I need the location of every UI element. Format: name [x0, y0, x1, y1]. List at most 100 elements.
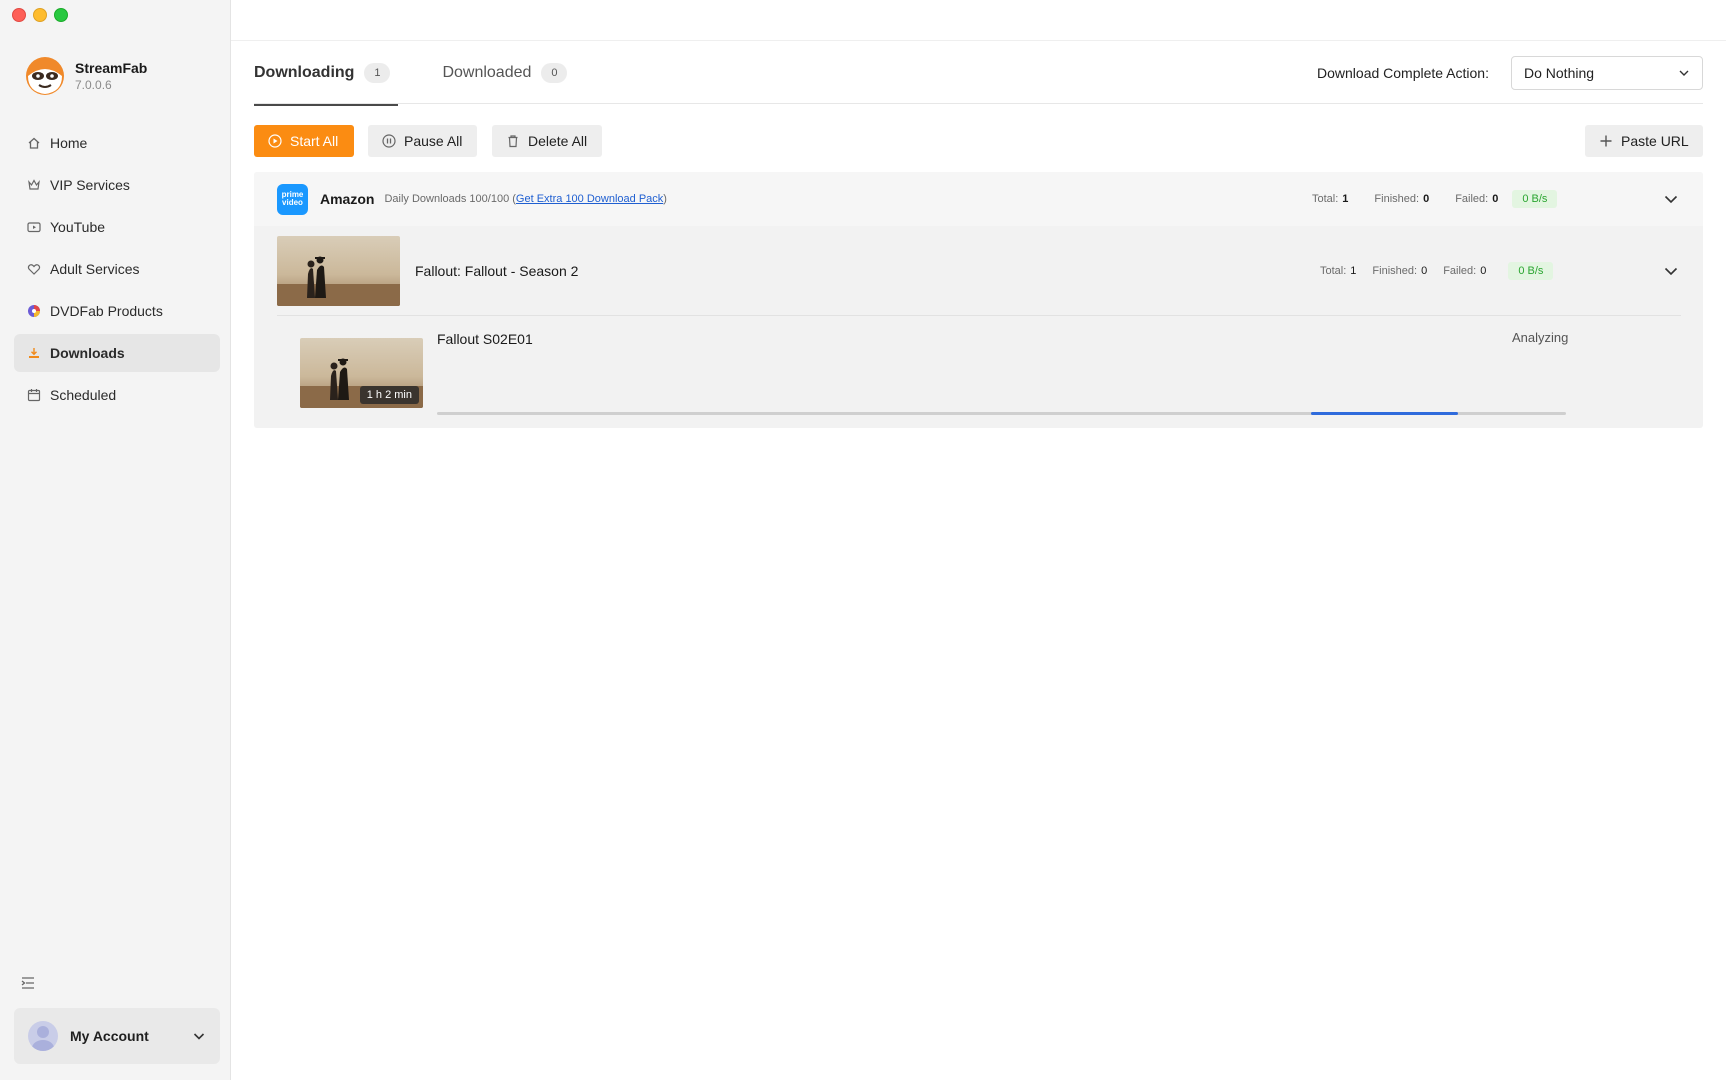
account-label: My Account [70, 1028, 149, 1044]
stat-label: Finished: [1374, 193, 1420, 205]
sidebar-item-label: DVDFab Products [50, 303, 163, 319]
stat-label: Total: [1312, 193, 1339, 205]
stat-value: 0 [1492, 193, 1499, 205]
prime-video-logo-icon: prime video [277, 183, 308, 215]
failed-stat: Failed: 0 [1455, 193, 1498, 205]
sidebar-item-label: Scheduled [50, 387, 117, 403]
stat-value: 0 [1480, 265, 1487, 277]
window-controls [12, 8, 68, 22]
account-menu[interactable]: My Account [14, 1008, 220, 1064]
tabs-divider [254, 103, 1703, 104]
total-stat: Total: 1 [1320, 265, 1356, 277]
sidebar-item-adult-services[interactable]: Adult Services [14, 250, 220, 288]
sidebar-item-youtube[interactable]: YouTube [14, 208, 220, 246]
pause-all-button[interactable]: Pause All [368, 125, 477, 157]
chevron-down-icon [1679, 70, 1689, 76]
pause-circle-icon [382, 134, 396, 148]
daily-downloads-info: Daily Downloads 100/100 (Get Extra 100 D… [384, 193, 667, 205]
episode-status: Analyzing [1512, 330, 1569, 345]
chevron-down-icon [193, 1033, 205, 1040]
collapse-sidebar-icon[interactable] [20, 975, 36, 991]
dvdfab-icon [26, 303, 42, 319]
chevron-down-icon[interactable] [1663, 191, 1679, 207]
speed-badge: 0 B/s [1512, 190, 1558, 208]
get-extra-pack-link[interactable]: Get Extra 100 Download Pack [516, 193, 663, 205]
group-stats: Total: 1 Finished: 0 Failed: 0 0 B/s [1312, 190, 1558, 208]
streamfab-logo-icon [26, 57, 64, 95]
complete-action-value: Do Nothing [1524, 65, 1595, 81]
sidebar-item-downloads[interactable]: Downloads [14, 334, 220, 372]
home-icon [26, 135, 42, 151]
stat-value: 0 [1423, 193, 1430, 205]
season-thumbnail [277, 236, 400, 306]
sidebar-item-scheduled[interactable]: Scheduled [14, 376, 220, 414]
total-stat: Total: 1 [1312, 193, 1348, 205]
sidebar: StreamFab 7.0.0.6 Home VIP Services YouT… [0, 0, 231, 1080]
download-icon [26, 345, 42, 361]
daily-downloads-suffix: ) [663, 193, 667, 205]
duration-badge: 1 h 2 min [359, 386, 419, 404]
episode-row: 1 h 2 min Fallout S02E01 Analyzing [254, 316, 1703, 428]
season-row: Fallout: Fallout - Season 2 Total: 1 Fini… [254, 226, 1703, 316]
start-all-button[interactable]: Start All [254, 125, 354, 157]
download-tabs: Downloading 1 Downloaded 0 [254, 56, 568, 106]
delete-all-label: Delete All [528, 133, 588, 149]
trash-icon [508, 135, 518, 148]
paste-url-button[interactable]: Paste URL [1585, 125, 1703, 157]
paste-url-label: Paste URL [1621, 133, 1689, 149]
sidebar-item-label: YouTube [50, 219, 106, 235]
sidebar-item-home[interactable]: Home [14, 124, 220, 162]
toolbar: Start All Pause All Delete All Paste URL [254, 125, 1703, 157]
plus-icon [1600, 135, 1612, 147]
avatar [28, 1021, 58, 1051]
stat-value: 1 [1350, 265, 1357, 277]
season-title: Fallout: Fallout - Season 2 [415, 263, 579, 279]
logo-text-video: video [282, 198, 303, 207]
sidebar-nav: Home VIP Services YouTube Adult Services [14, 124, 220, 418]
finished-stat: Finished: 0 [1372, 265, 1427, 277]
season-stats: Total: 1 Finished: 0 Failed: 0 0 B/s [1320, 262, 1554, 280]
stat-label: Failed: [1455, 193, 1489, 205]
pause-all-label: Pause All [404, 133, 463, 149]
header-divider [231, 40, 1726, 41]
speed-badge: 0 B/s [1508, 262, 1554, 280]
heart-icon [26, 261, 42, 277]
delete-all-button[interactable]: Delete All [492, 125, 602, 157]
failed-stat: Failed: 0 [1443, 265, 1486, 277]
sidebar-item-vip-services[interactable]: VIP Services [14, 166, 220, 204]
stat-value: 0 [1421, 265, 1428, 277]
sidebar-item-label: Home [50, 135, 88, 151]
daily-downloads-text: Daily Downloads 100/100 ( [384, 193, 516, 205]
sidebar-item-dvdfab-products[interactable]: DVDFab Products [14, 292, 220, 330]
brand: StreamFab 7.0.0.6 [25, 56, 147, 96]
service-name: Amazon [320, 191, 375, 207]
close-window-button[interactable] [12, 8, 26, 22]
start-all-label: Start All [290, 133, 339, 149]
tab-label: Downloaded [442, 64, 532, 81]
app-version: 7.0.0.6 [75, 78, 112, 92]
app-window: StreamFab 7.0.0.6 Home VIP Services YouT… [0, 0, 1726, 1080]
download-complete-action: Download Complete Action: Do Nothing [1317, 56, 1703, 90]
tab-downloaded[interactable]: Downloaded 0 [442, 56, 568, 90]
episode-title: Fallout S02E01 [437, 331, 533, 347]
sidebar-item-label: Downloads [50, 345, 125, 361]
sidebar-item-label: VIP Services [50, 177, 130, 193]
group-header: prime video Amazon Daily Downloads 100/1… [254, 172, 1703, 226]
main-content: Downloading 1 Downloaded 0 Download Comp… [231, 0, 1726, 1080]
chevron-down-icon[interactable] [1663, 263, 1679, 279]
count-badge: 0 [541, 63, 568, 83]
maximize-window-button[interactable] [54, 8, 68, 22]
minimize-window-button[interactable] [33, 8, 47, 22]
tab-downloading[interactable]: Downloading 1 [254, 56, 399, 106]
stat-label: Finished: [1372, 265, 1418, 277]
complete-action-label: Download Complete Action: [1317, 65, 1489, 81]
count-badge: 1 [364, 63, 391, 83]
calendar-icon [26, 387, 42, 403]
progress-bar [437, 412, 1566, 415]
stat-label: Total: [1320, 265, 1347, 277]
play-circle-icon [268, 134, 282, 148]
complete-action-select[interactable]: Do Nothing [1511, 56, 1703, 90]
progress-fill [1310, 412, 1458, 415]
stat-label: Failed: [1443, 265, 1477, 277]
finished-stat: Finished: 0 [1374, 193, 1429, 205]
